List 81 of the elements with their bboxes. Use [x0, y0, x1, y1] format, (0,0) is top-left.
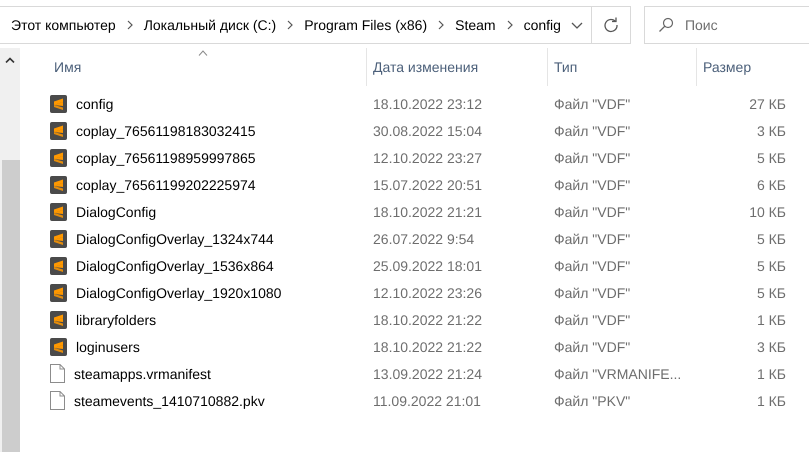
file-name[interactable]: DialogConfigOverlay_1536x864 — [76, 258, 274, 274]
file-name[interactable]: DialogConfig — [76, 204, 156, 220]
file-type: Файл "VDF" — [553, 176, 632, 192]
modified-date: 13.09.2022 21:24 — [372, 366, 483, 382]
file-size: 5 КБ — [756, 258, 787, 274]
file-size: 1 КБ — [756, 312, 787, 328]
file-name[interactable]: loginusers — [76, 338, 140, 354]
file-size: 5 КБ — [756, 284, 787, 300]
sublime-file-icon — [50, 256, 67, 274]
modified-date: 18.10.2022 23:12 — [372, 96, 483, 112]
sublime-file-icon — [50, 230, 67, 248]
sublime-file-icon — [50, 202, 67, 220]
file-size: 10 КБ — [748, 204, 787, 220]
file-size: 5 КБ — [756, 150, 787, 166]
chevron-down-icon — [570, 22, 583, 28]
file-type: Файл "VDF" — [553, 312, 632, 328]
sublime-file-icon — [50, 148, 67, 166]
file-size: 27 КБ — [748, 96, 787, 112]
modified-date: 12.10.2022 23:27 — [372, 150, 483, 166]
sublime-file-icon — [50, 94, 67, 112]
breadcrumb-item[interactable]: Локальный диск (C:) — [142, 17, 278, 33]
column-header[interactable]: Имя — [54, 59, 82, 75]
file-name[interactable]: coplay_76561198183032415 — [76, 122, 256, 138]
file-name[interactable]: DialogConfigOverlay_1920x1080 — [76, 284, 282, 300]
chevron-icon — [506, 20, 514, 30]
file-name[interactable]: coplay_76561199202225974 — [76, 176, 256, 192]
file-size: 5 КБ — [756, 230, 787, 246]
modified-date: 30.08.2022 15:04 — [372, 122, 483, 138]
file-type: Файл "VDF" — [553, 96, 632, 112]
column-header[interactable]: Тип — [554, 59, 578, 75]
sublime-file-icon — [50, 122, 67, 140]
file-icon — [50, 364, 65, 383]
sublime-file-icon — [50, 338, 67, 356]
file-type: Файл "VDF" — [553, 204, 632, 220]
column-header[interactable]: Дата изменения — [373, 59, 478, 75]
file-size: 1 КБ — [756, 392, 787, 408]
file-size: 1 КБ — [756, 366, 787, 382]
sublime-file-icon — [50, 284, 67, 302]
modified-date: 18.10.2022 21:21 — [372, 204, 483, 220]
modified-date: 18.10.2022 21:22 — [372, 312, 483, 328]
file-type: Файл "VDF" — [553, 150, 632, 166]
chevron-up-icon — [5, 57, 15, 63]
breadcrumb-item[interactable]: Steam — [453, 17, 498, 33]
file-type: Файл "VRMANIFE... — [553, 366, 682, 382]
modified-date: 26.07.2022 9:54 — [372, 230, 476, 246]
search-icon — [658, 17, 674, 33]
scrollbar-thumb[interactable] — [2, 160, 20, 452]
breadcrumb-item[interactable]: config — [522, 17, 563, 33]
sublime-file-icon — [50, 310, 67, 328]
file-type: Файл "VDF" — [553, 258, 632, 274]
modified-date: 11.09.2022 21:01 — [372, 392, 482, 408]
chevron-icon — [286, 20, 294, 30]
file-name[interactable]: DialogConfigOverlay_1324x744 — [76, 230, 274, 246]
scrollbar[interactable] — [0, 48, 20, 452]
file-name[interactable]: coplay_76561198959997865 — [76, 150, 256, 166]
file-size: 3 КБ — [756, 338, 787, 354]
breadcrumb-item[interactable]: Этот компьютер — [9, 17, 118, 33]
file-name[interactable]: config — [76, 96, 114, 112]
file-size: 3 КБ — [756, 122, 787, 138]
file-name[interactable]: steamapps.vrmanifest — [74, 366, 211, 382]
breadcrumb-item[interactable]: Program Files (x86) — [302, 17, 430, 33]
file-size: 6 КБ — [756, 176, 787, 192]
sublime-file-icon — [50, 176, 67, 194]
modified-date: 18.10.2022 21:22 — [372, 338, 483, 354]
refresh-icon — [602, 17, 619, 33]
modified-date: 15.07.2022 20:51 — [372, 176, 483, 192]
file-type: Файл "PKV" — [553, 392, 632, 408]
file-icon — [50, 391, 65, 410]
column-header[interactable]: Размер — [703, 59, 752, 75]
chevron-icon — [437, 20, 446, 30]
file-type: Файл "VDF" — [553, 284, 632, 300]
file-name[interactable]: libraryfolders — [76, 312, 156, 328]
file-name[interactable]: steamevents_1410710882.pkv — [74, 392, 265, 408]
search-field[interactable]: Поис — [644, 6, 809, 44]
modified-date: 25.09.2022 18:01 — [372, 258, 483, 274]
chevron-icon — [126, 20, 134, 30]
file-type: Файл "VDF" — [553, 338, 632, 354]
file-type: Файл "VDF" — [553, 122, 632, 138]
file-type: Файл "VDF" — [553, 230, 632, 246]
modified-date: 12.10.2022 23:26 — [372, 284, 483, 300]
address-bar[interactable]: Этот компьютер Локальный диск (C:) Program Files (x86) Steam config — [0, 6, 631, 44]
